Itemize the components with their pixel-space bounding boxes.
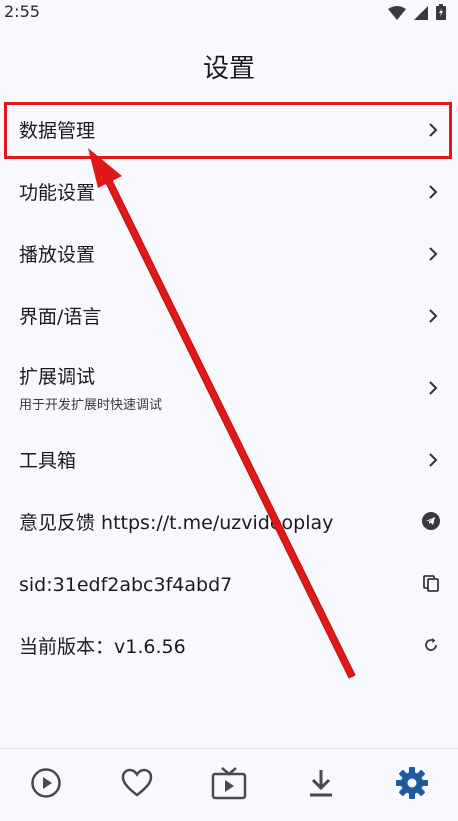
copy-icon[interactable]	[422, 574, 440, 596]
cell-signal-icon	[414, 5, 428, 24]
heart-icon	[121, 768, 153, 802]
nav-tv[interactable]	[199, 755, 259, 815]
settings-item-sublabel: 用于开发扩展时快速调试	[19, 398, 163, 413]
status-time: 2:55	[4, 2, 40, 21]
settings-item-label: 当前版本：v1.6.56	[19, 636, 186, 658]
chevron-right-icon	[426, 452, 440, 471]
telegram-icon	[422, 512, 440, 534]
nav-play[interactable]	[16, 755, 76, 815]
status-icons	[388, 4, 446, 24]
settings-item-label: 扩展调试	[19, 366, 96, 388]
settings-item-sid[interactable]: sid:31edf2abc3f4abd7	[0, 559, 458, 611]
nav-download[interactable]	[291, 755, 351, 815]
settings-item-version[interactable]: 当前版本：v1.6.56	[0, 621, 458, 673]
settings-gear-icon	[395, 766, 429, 804]
chevron-right-icon	[426, 308, 440, 327]
nav-settings[interactable]	[382, 755, 442, 815]
settings-item-toolbox[interactable]: 工具箱	[0, 435, 458, 487]
settings-item-label: sid:31edf2abc3f4abd7	[19, 574, 233, 596]
download-icon	[307, 768, 335, 802]
settings-item-extension-debug[interactable]: 扩展调试 用于开发扩展时快速调试	[0, 359, 458, 419]
settings-item-function[interactable]: 功能设置	[0, 167, 458, 219]
page-title: 设置	[202, 54, 255, 84]
settings-item-playback[interactable]: 播放设置	[0, 229, 458, 281]
chevron-right-icon	[426, 184, 440, 203]
settings-item-label: 工具箱	[19, 450, 77, 472]
settings-item-label: 意见反馈 https://t.me/uzvideoplay	[19, 512, 334, 534]
nav-favorites[interactable]	[107, 755, 167, 815]
tv-icon	[211, 766, 247, 804]
battery-icon	[436, 4, 446, 24]
wifi-icon	[388, 5, 406, 24]
settings-item-interface-language[interactable]: 界面/语言	[0, 291, 458, 343]
settings-item-label: 播放设置	[19, 244, 96, 266]
settings-item-label: 界面/语言	[19, 306, 102, 328]
chevron-right-icon	[426, 246, 440, 265]
refresh-icon[interactable]	[422, 636, 440, 658]
annotation-highlight-box	[4, 102, 452, 159]
chevron-right-icon	[426, 380, 440, 399]
play-circle-icon	[30, 767, 62, 803]
settings-item-feedback[interactable]: 意见反馈 https://t.me/uzvideoplay	[0, 497, 458, 549]
status-bar: 2:55	[0, 0, 458, 26]
settings-item-label: 功能设置	[19, 182, 96, 204]
bottom-navigation	[0, 748, 458, 821]
